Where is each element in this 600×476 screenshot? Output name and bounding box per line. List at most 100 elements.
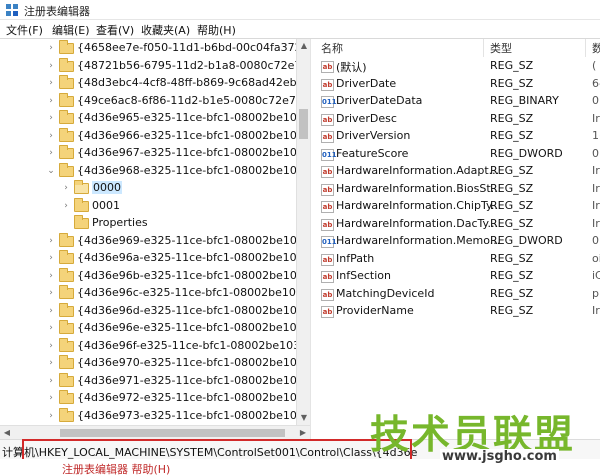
value-row[interactable]: ab (默认) REG_SZ ( xyxy=(315,58,600,76)
value-row[interactable]: ab MatchingDeviceId REG_SZ p xyxy=(315,286,600,304)
value-row[interactable]: ab InfSection REG_SZ iC xyxy=(315,268,600,286)
tree-node-label[interactable]: {4d36e968-e325-11ce-bfc1-08002be10318} xyxy=(77,164,296,177)
value-row[interactable]: ab HardwareInformation.Adapt... REG_SZ Ir xyxy=(315,163,600,181)
registry-values-list[interactable]: 名称 类型 数 ab (默认) REG_SZ(ab DriverDate REG_SZ 6… xyxy=(315,39,600,439)
tree-node[interactable]: › {4d36e96d-e325-11ce-bfc1-08002be10318} xyxy=(0,302,296,321)
menu-view[interactable]: 查看(V) xyxy=(96,22,134,38)
tree-node-label[interactable]: {4d36e970-e325-11ce-bfc1-08002be10318} xyxy=(77,356,296,369)
menu-file[interactable]: 文件(F) xyxy=(6,22,43,38)
value-row[interactable]: ab ProviderName REG_SZ Ir xyxy=(315,303,600,321)
tree-vertical-scrollbar[interactable]: ▲ ▼ xyxy=(296,39,310,425)
tree-node-label[interactable]: {49ce6ac8-6f86-11d2-b1e5-0080c72e74a2} xyxy=(77,94,296,107)
tree-node[interactable]: › {4d36e970-e325-11ce-bfc1-08002be10318} xyxy=(0,355,296,373)
value-row[interactable]: 011 HardwareInformation.Memo... REG_DWORD 0… xyxy=(315,233,600,251)
column-header-type[interactable]: 类型 xyxy=(490,40,512,58)
tree-node[interactable]: › {4d36e967-e325-11ce-bfc1-08002be10318} xyxy=(0,145,296,163)
scroll-left-arrow-icon[interactable]: ◀ xyxy=(0,426,14,440)
chevron-right-icon[interactable]: › xyxy=(47,340,55,352)
scroll-right-arrow-icon[interactable]: ▶ xyxy=(296,426,310,440)
horizontal-scroll-thumb[interactable] xyxy=(60,429,285,437)
tree-node[interactable]: › 0001 xyxy=(0,197,296,216)
tree-node[interactable]: › {4d36e973-e325-11ce-bfc1-08002be10318} xyxy=(0,407,296,426)
chevron-right-icon[interactable]: › xyxy=(47,42,55,54)
menu-edit[interactable]: 编辑(E) xyxy=(52,22,90,38)
tree-node-label[interactable]: {48d3ebc4-4cf8-48ff-b869-9c68ad42eb9f} xyxy=(77,76,296,89)
chevron-right-icon[interactable]: › xyxy=(47,305,55,317)
value-row[interactable]: 011FeatureScore REG_DWORD 0: xyxy=(315,146,600,164)
chevron-down-icon[interactable]: ⌄ xyxy=(47,165,55,177)
chevron-right-icon[interactable]: › xyxy=(47,147,55,159)
tree-node[interactable]: › {4d36e971-e325-11ce-bfc1-08002be10318} xyxy=(0,372,296,391)
chevron-right-icon[interactable]: › xyxy=(47,410,55,422)
tree-node-label[interactable]: {4d36e96b-e325-11ce-bfc1-08002be10318} xyxy=(77,269,296,282)
tree-node[interactable]: › {4d36e96e-e325-11ce-bfc1-08002be10318} xyxy=(0,320,296,338)
tree-node-label[interactable]: {4d36e96c-e325-11ce-bfc1-08002be10318} xyxy=(77,286,296,299)
tree-node[interactable]: ⌄ {4d36e968-e325-11ce-bfc1-08002be10318} xyxy=(0,162,296,181)
chevron-right-icon[interactable]: › xyxy=(47,77,55,89)
tree-node-label[interactable]: {4d36e967-e325-11ce-bfc1-08002be10318} xyxy=(77,146,296,159)
vertical-scroll-thumb[interactable] xyxy=(299,109,308,139)
tree-node-label[interactable]: 0000 xyxy=(92,181,122,194)
registry-tree[interactable]: ›{4658ee7e-f050-11d1-b6bd-00c04fa372a7}›… xyxy=(0,39,296,439)
tree-node[interactable]: › {48d3ebc4-4cf8-48ff-b869-9c68ad42eb9f} xyxy=(0,75,296,93)
chevron-right-icon[interactable]: › xyxy=(47,287,55,299)
tree-node[interactable]: › {4d36e96a-e325-11ce-bfc1-08002be10318} xyxy=(0,250,296,268)
tree-node-label[interactable]: {4d36e96f-e325-11ce-bfc1-08002be10318} xyxy=(77,339,296,352)
tree-node[interactable]: Properties xyxy=(0,215,296,233)
tree-node[interactable]: › {48721b56-6795-11d2-b1a8-0080c72e74a2} xyxy=(0,57,296,76)
tree-node-label[interactable]: {4d36e973-e325-11ce-bfc1-08002be10318} xyxy=(77,409,296,422)
value-row[interactable]: ab DriverDesc REG_SZ Ir xyxy=(315,111,600,129)
chevron-right-icon[interactable]: › xyxy=(62,182,70,194)
column-header-data[interactable]: 数 xyxy=(592,40,600,58)
tree-node[interactable]: › {4d36e969-e325-11ce-bfc1-08002be10318} xyxy=(0,232,296,251)
value-row[interactable]: ab HardwareInformation.DacTy... REG_SZ Ir xyxy=(315,216,600,234)
value-row[interactable]: 011 DriverDateData REG_BINARY 0 xyxy=(315,93,600,111)
chevron-right-icon[interactable]: › xyxy=(47,270,55,282)
menu-help[interactable]: 帮助(H) xyxy=(197,22,236,38)
tree-node-label[interactable]: {4d36e96e-e325-11ce-bfc1-08002be10318} xyxy=(77,321,296,334)
chevron-right-icon[interactable]: › xyxy=(47,322,55,334)
tree-node[interactable]: › {4658ee7e-f050-11d1-b6bd-00c04fa372a7} xyxy=(0,40,296,58)
chevron-right-icon[interactable]: › xyxy=(47,392,55,404)
tree-node[interactable]: › {4d36e96f-e325-11ce-bfc1-08002be10318} xyxy=(0,337,296,356)
chevron-right-icon[interactable]: › xyxy=(62,200,70,212)
tree-node-label[interactable]: {4d36e969-e325-11ce-bfc1-08002be10318} xyxy=(77,234,296,247)
chevron-right-icon[interactable]: › xyxy=(47,95,55,107)
tree-node-label[interactable]: {4d36e96a-e325-11ce-bfc1-08002be10318} xyxy=(77,251,296,264)
chevron-right-icon[interactable]: › xyxy=(47,252,55,264)
tree-node[interactable]: › {4d36e965-e325-11ce-bfc1-08002be10318} xyxy=(0,110,296,128)
tree-node[interactable]: › 0000 xyxy=(0,180,296,198)
value-row[interactable]: abDriverDate REG_SZ 6- xyxy=(315,76,600,94)
column-divider[interactable] xyxy=(585,39,586,57)
tree-node[interactable]: › {49ce6ac8-6f86-11d2-b1e5-0080c72e74a2} xyxy=(0,92,296,111)
tree-node-label[interactable]: {4d36e971-e325-11ce-bfc1-08002be10318} xyxy=(77,374,296,387)
chevron-right-icon[interactable]: › xyxy=(47,235,55,247)
tree-node-label[interactable]: {4658ee7e-f050-11d1-b6bd-00c04fa372a7} xyxy=(77,41,296,54)
tree-node-label[interactable]: {4d36e966-e325-11ce-bfc1-08002be10318} xyxy=(77,129,296,142)
chevron-right-icon[interactable]: › xyxy=(47,357,55,369)
scroll-down-arrow-icon[interactable]: ▼ xyxy=(297,411,311,425)
tree-horizontal-scrollbar[interactable]: ◀ ▶ xyxy=(0,425,310,439)
value-row[interactable]: abInfPath REG_SZ oi xyxy=(315,251,600,269)
tree-node-label[interactable]: Properties xyxy=(92,216,148,229)
tree-node[interactable]: › {4d36e96c-e325-11ce-bfc1-08002be10318} xyxy=(0,285,296,303)
menu-favorites[interactable]: 收藏夹(A) xyxy=(141,22,190,38)
tree-node[interactable]: › {4d36e972-e325-11ce-bfc1-08002be10318} xyxy=(0,390,296,408)
chevron-right-icon[interactable]: › xyxy=(47,112,55,124)
tree-node-label[interactable]: 0001 xyxy=(92,199,120,212)
tree-node[interactable]: › {4d36e966-e325-11ce-bfc1-08002be10318} xyxy=(0,127,296,146)
chevron-right-icon[interactable]: › xyxy=(47,375,55,387)
scroll-up-arrow-icon[interactable]: ▲ xyxy=(297,39,311,53)
tree-node[interactable]: › {4d36e96b-e325-11ce-bfc1-08002be10318} xyxy=(0,267,296,286)
column-header-name[interactable]: 名称 xyxy=(321,40,343,58)
tree-node-label[interactable]: {4d36e96d-e325-11ce-bfc1-08002be10318} xyxy=(77,304,296,317)
column-divider[interactable] xyxy=(483,39,484,57)
value-row[interactable]: abDriverVersion REG_SZ 1( xyxy=(315,128,600,146)
tree-node-label[interactable]: {4d36e972-e325-11ce-bfc1-08002be10318} xyxy=(77,391,296,404)
value-row[interactable]: ab HardwareInformation.BiosSt... REG_SZ Ir xyxy=(315,181,600,199)
value-row[interactable]: ab HardwareInformation.ChipTy... REG_SZ Ir xyxy=(315,198,600,216)
chevron-right-icon[interactable]: › xyxy=(47,60,55,72)
chevron-right-icon[interactable]: › xyxy=(47,130,55,142)
tree-node-label[interactable]: {4d36e965-e325-11ce-bfc1-08002be10318} xyxy=(77,111,296,124)
tree-node-label[interactable]: {48721b56-6795-11d2-b1a8-0080c72e74a2} xyxy=(77,59,296,72)
